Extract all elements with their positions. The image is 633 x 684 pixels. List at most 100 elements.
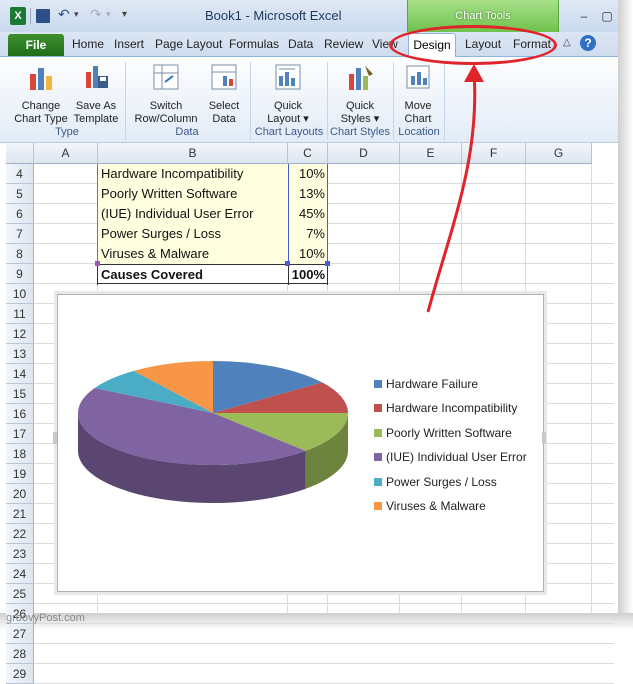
highlight-oval — [389, 25, 557, 65]
cell-c5[interactable]: 13% — [288, 184, 328, 204]
cell-c9[interactable]: 100% — [288, 264, 328, 284]
undo-dropdown-icon[interactable]: ▾ — [74, 9, 79, 27]
legend-item[interactable]: Viruses & Malware — [374, 497, 486, 515]
row-header-14[interactable]: 14 — [6, 364, 34, 384]
group-separator — [125, 62, 126, 140]
grid-row-line — [34, 663, 614, 664]
row-header-25[interactable]: 25 — [6, 584, 34, 604]
redo-dropdown-icon[interactable]: ▾ — [106, 9, 111, 27]
cell-b8[interactable]: Viruses & Malware — [98, 244, 288, 264]
quick-layout-icon — [275, 64, 301, 90]
row-header-4[interactable]: 4 — [6, 164, 34, 184]
select-all-corner[interactable] — [6, 143, 34, 164]
legend-label: Poorly Written Software — [386, 425, 512, 440]
select-data-icon — [211, 64, 237, 90]
row-header-18[interactable]: 18 — [6, 444, 34, 464]
row-header-17[interactable]: 17 — [6, 424, 34, 444]
column-header-d[interactable]: D — [328, 143, 400, 164]
annotation-arrow-icon — [426, 64, 484, 313]
row-header-28[interactable]: 28 — [6, 644, 34, 664]
page-shadow-right — [618, 0, 633, 630]
row-header-19[interactable]: 19 — [6, 464, 34, 484]
range-handle[interactable] — [95, 261, 100, 266]
legend-item[interactable]: Poorly Written Software — [374, 424, 512, 442]
row-header-15[interactable]: 15 — [6, 384, 34, 404]
undo-icon[interactable]: ↶ — [58, 6, 70, 24]
watermark: groovyPost.com — [6, 612, 85, 624]
range-handle[interactable] — [285, 261, 290, 266]
row-header-27[interactable]: 27 — [6, 624, 34, 644]
cell-c8[interactable]: 10% — [288, 244, 328, 264]
cell-c4[interactable]: 10% — [288, 164, 328, 184]
legend-item[interactable]: Hardware Failure — [374, 375, 478, 393]
quick-layout-button[interactable]: Quick Layout ▾ — [262, 62, 314, 126]
tab-insert[interactable]: Insert — [114, 37, 144, 51]
cell-b6[interactable]: (IUE) Individual User Error — [98, 204, 288, 224]
tab-page-layout[interactable]: Page Layout — [155, 37, 222, 51]
group-separator — [250, 62, 251, 140]
quick-styles-button[interactable]: Quick Styles ▾ — [334, 62, 386, 126]
row-header-6[interactable]: 6 — [6, 204, 34, 224]
pie-chart[interactable] — [58, 295, 543, 591]
chart-area[interactable]: Hardware Failure Hardware Incompatibility… — [57, 294, 544, 592]
cell-b5[interactable]: Poorly Written Software — [98, 184, 288, 204]
row-header-29[interactable]: 29 — [6, 664, 34, 684]
chart-resize-handle-left[interactable] — [53, 432, 57, 444]
row-header-21[interactable]: 21 — [6, 504, 34, 524]
row-header-5[interactable]: 5 — [6, 184, 34, 204]
help-icon[interactable]: ? — [580, 35, 596, 51]
switch-row-column-button[interactable]: Switch Row/Column — [130, 62, 202, 126]
legend-label: Hardware Failure — [386, 377, 479, 391]
column-header-c[interactable]: C — [288, 143, 328, 164]
tab-review[interactable]: Review — [324, 37, 363, 51]
cell-b4[interactable]: Hardware Incompatibility — [98, 164, 288, 184]
column-header-a[interactable]: A — [34, 143, 98, 164]
legend-item[interactable]: Power Surges / Loss — [374, 473, 497, 491]
row-header-12[interactable]: 12 — [6, 324, 34, 344]
column-header-g[interactable]: G — [526, 143, 592, 164]
legend-swatch — [374, 502, 382, 510]
legend-item[interactable]: Hardware Incompatibility — [374, 399, 517, 417]
row-header-11[interactable]: 11 — [6, 304, 34, 324]
row-header-10[interactable]: 10 — [6, 284, 34, 304]
column-header-b[interactable]: B — [98, 143, 288, 164]
switch-row-column-icon — [153, 64, 179, 90]
change-chart-type-button[interactable]: Change Chart Type — [12, 62, 70, 126]
window-title: Book1 - Microsoft Excel — [205, 8, 342, 23]
tab-home[interactable]: Home — [72, 37, 104, 51]
group-label-chart-layouts: Chart Layouts — [254, 126, 324, 138]
cell-c7[interactable]: 7% — [288, 224, 328, 244]
row-header-8[interactable]: 8 — [6, 244, 34, 264]
range-handle[interactable] — [325, 261, 330, 266]
row-header-9[interactable]: 9 — [6, 264, 34, 284]
tab-formulas[interactable]: Formulas — [229, 37, 279, 51]
customize-qat-icon[interactable]: ▾ — [122, 9, 127, 27]
minimize-ribbon-icon[interactable]: △ — [563, 37, 571, 48]
tab-data[interactable]: Data — [288, 37, 313, 51]
select-data-button[interactable]: Select Data — [204, 62, 244, 126]
row-header-22[interactable]: 22 — [6, 524, 34, 544]
excel-logo-icon[interactable]: X — [10, 7, 26, 25]
minimize-icon[interactable]: – — [577, 9, 591, 23]
cell-b7[interactable]: Power Surges / Loss — [98, 224, 288, 244]
group-label-type: Type — [55, 126, 79, 138]
row-header-13[interactable]: 13 — [6, 344, 34, 364]
cell-b9[interactable]: Causes Covered — [98, 264, 288, 284]
legend-label: (IUE) Individual User Error — [386, 450, 527, 465]
row-header-20[interactable]: 20 — [6, 484, 34, 504]
legend-swatch — [374, 453, 382, 462]
redo-icon[interactable]: ↷ — [90, 6, 102, 24]
chart-resize-handle-right[interactable] — [542, 432, 546, 444]
maximize-icon[interactable]: ▢ — [600, 9, 614, 23]
row-header-7[interactable]: 7 — [6, 224, 34, 244]
grid-row-line — [34, 643, 614, 644]
row-header-16[interactable]: 16 — [6, 404, 34, 424]
row-header-24[interactable]: 24 — [6, 564, 34, 584]
save-as-template-button[interactable]: Save As Template — [70, 62, 122, 126]
row-header-23[interactable]: 23 — [6, 544, 34, 564]
save-icon[interactable] — [36, 9, 50, 23]
legend-item[interactable]: (IUE) Individual User Error — [374, 448, 527, 466]
total-border-left — [97, 264, 98, 285]
tab-file[interactable]: File — [8, 34, 64, 56]
cell-c6[interactable]: 45% — [288, 204, 328, 224]
